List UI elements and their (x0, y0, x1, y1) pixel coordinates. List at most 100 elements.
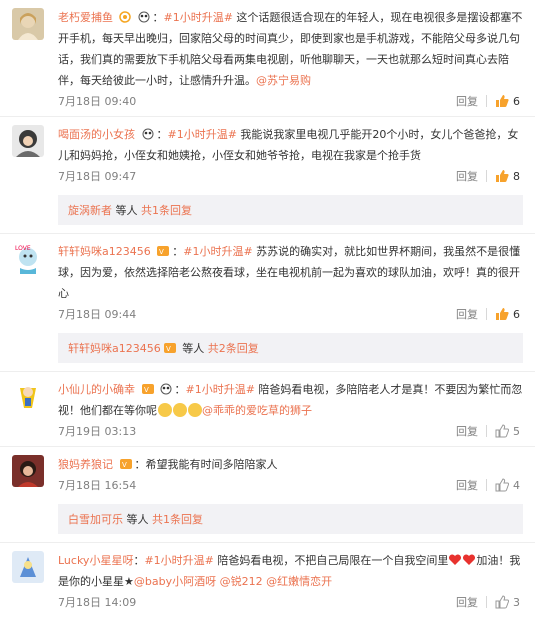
comment-sep: ： (172, 245, 184, 258)
comment-item: 狼妈养狼记 V ：希望我能有时间多陪陪家人 7月18日 16:54 回复 4 (0, 447, 535, 500)
thumbs-up-icon (496, 308, 509, 320)
like-button[interactable]: 8 (495, 169, 523, 183)
comment-item: LOVE 轩轩妈咪a123456 V ：#1小时升温# 苏苏说的确实对，就比如世界… (0, 233, 535, 329)
mention-link[interactable]: @锐212 (220, 575, 263, 588)
like-count: 8 (513, 169, 520, 183)
like-button[interactable]: 5 (495, 424, 523, 438)
avatar[interactable] (12, 125, 44, 157)
svg-text:V: V (166, 345, 171, 353)
like-count: 3 (513, 595, 520, 609)
sub-reply-count[interactable]: 共2条回复 (208, 342, 259, 355)
thumbs-up-icon (496, 95, 509, 107)
comment-meta: 7月18日 09:44 回复 6 (58, 305, 523, 323)
svg-text:V: V (144, 386, 149, 394)
divider (486, 95, 487, 107)
thumbs-up-icon (495, 424, 509, 438)
reply-button[interactable]: 回复 (456, 93, 486, 109)
divider (486, 308, 487, 320)
svg-text:LOVE: LOVE (15, 245, 31, 252)
comment-time: 7月18日 09:40 (58, 95, 137, 108)
comment-item: 小仙儿的小确幸 V ：#1小时升温# 陪爸妈看电视，多陪陪老人才是真！不要因为繁忙… (0, 371, 535, 447)
sub-reply-text: 等人 (112, 204, 141, 217)
mention-link[interactable]: @苏宁易购 (256, 74, 311, 87)
sub-reply-count[interactable]: 共1条回复 (152, 513, 203, 526)
reply-button[interactable]: 回复 (456, 477, 486, 493)
comment-feed: 老朽爱捕鱼 ：#1小时升温# 这个话题很适合现在的年轻人，现在电视很多是摆设都塞… (0, 0, 535, 617)
heart-emoji-icon (462, 552, 476, 565)
comment-item: 老朽爱捕鱼 ：#1小时升温# 这个话题很适合现在的年轻人，现在电视很多是摆设都塞… (0, 0, 535, 117)
like-button[interactable]: 6 (495, 94, 523, 108)
divider (486, 479, 487, 491)
sub-reply-text: 等人 (123, 513, 152, 526)
topic-tag[interactable]: #1小时升温# (183, 245, 252, 258)
sub-reply-count[interactable]: 共1条回复 (141, 204, 192, 217)
avatar[interactable] (12, 8, 44, 40)
avatar[interactable] (12, 455, 44, 487)
comment-username[interactable]: 老朽爱捕鱼 (58, 11, 113, 24)
comment-time: 7月19日 03:13 (58, 425, 137, 438)
comment-username[interactable]: 喝面汤的小女孩 (58, 128, 135, 141)
avatar[interactable] (12, 551, 44, 583)
sub-reply-summary[interactable]: 白雪加可乐 等人 共1条回复 (58, 504, 523, 534)
panda-badge-icon (159, 381, 173, 395)
sub-reply-user[interactable]: 旋涡新者 (68, 204, 112, 217)
comment-meta: 7月18日 09:47 回复 8 (58, 167, 523, 185)
reply-button[interactable]: 回复 (456, 594, 486, 610)
vip-badge-icon (118, 9, 133, 23)
comment-text: 陪爸妈看电视，不把自己局限在一个自我空间里 (213, 554, 449, 567)
comment-sep: ： (133, 554, 145, 567)
sub-reply-summary[interactable]: 轩轩妈咪a123456 V 等人 共2条回复 (58, 333, 523, 363)
panda-badge-icon (141, 126, 155, 140)
topic-tag[interactable]: #1小时升温# (168, 128, 237, 141)
reply-button[interactable]: 回复 (456, 423, 486, 439)
comment-time: 7月18日 09:44 (58, 308, 137, 321)
vip-badge-icon: V (163, 342, 177, 354)
topic-tag[interactable]: #1小时升温# (186, 383, 255, 396)
divider (486, 596, 487, 608)
like-button[interactable]: 4 (495, 478, 523, 492)
sub-reply-user[interactable]: 白雪加可乐 (68, 513, 123, 526)
reply-button[interactable]: 回复 (456, 168, 486, 184)
vip-badge-icon: V (141, 381, 155, 394)
sub-reply-summary[interactable]: 旋涡新者 等人 共1条回复 (58, 195, 523, 225)
comment-username[interactable]: 狼妈养狼记 (58, 458, 113, 471)
comment-meta: 7月19日 03:13 回复 5 (58, 422, 523, 440)
divider (486, 425, 487, 437)
topic-tag[interactable]: #1小时升温# (164, 11, 233, 24)
laughing-emoji-icon (158, 403, 172, 417)
comment-sep: ： (152, 11, 164, 24)
comment-time: 7月18日 16:54 (58, 479, 137, 492)
like-button[interactable]: 3 (495, 595, 523, 609)
thumbs-up-icon (495, 478, 509, 492)
mention-link[interactable]: @红嫩情恋开 (266, 575, 332, 588)
avatar[interactable] (12, 380, 44, 412)
comment-meta: 7月18日 16:54 回复 4 (58, 476, 523, 494)
comment-meta: 7月18日 14:09 回复 3 (58, 593, 523, 611)
mention-link[interactable]: @乖乖的爱吃草的狮子 (202, 404, 312, 417)
like-count: 6 (513, 94, 520, 108)
comment-text: 希望我能有时间多陪陪家人 (145, 458, 278, 471)
comment-sep: ： (156, 128, 168, 141)
avatar[interactable]: LOVE (12, 242, 44, 274)
reply-button[interactable]: 回复 (456, 306, 486, 322)
comment-item: Lucky小星星呀：#1小时升温# 陪爸妈看电视，不把自己局限在一个自我空间里加… (0, 542, 535, 617)
comment-username[interactable]: Lucky小星星呀 (58, 554, 133, 567)
heart-emoji-icon (448, 552, 462, 565)
topic-tag[interactable]: #1小时升温# (144, 554, 213, 567)
thumbs-up-icon (495, 595, 509, 609)
comment-meta: 7月18日 09:40 回复 6 (58, 92, 523, 110)
svg-text:V: V (122, 461, 127, 469)
vip-badge-icon: V (156, 243, 170, 256)
comment-item: 喝面汤的小女孩 ：#1小时升温# 我能说我家里电视几乎能开20个小时，女儿个爸爸… (0, 117, 535, 191)
like-button[interactable]: 6 (495, 307, 523, 321)
mention-link[interactable]: @baby小阿酒呀 (134, 575, 216, 588)
comment-username[interactable]: 轩轩妈咪a123456 (58, 245, 151, 258)
sub-reply-user[interactable]: 轩轩妈咪a123456 (68, 342, 161, 355)
like-count: 4 (513, 478, 520, 492)
laughing-emoji-icon (173, 403, 187, 417)
comment-username[interactable]: 小仙儿的小确幸 (58, 383, 135, 396)
panda-badge-icon (137, 9, 151, 23)
star-icon: ★ (124, 575, 134, 588)
comment-time: 7月18日 14:09 (58, 596, 137, 609)
svg-text:V: V (159, 248, 164, 256)
